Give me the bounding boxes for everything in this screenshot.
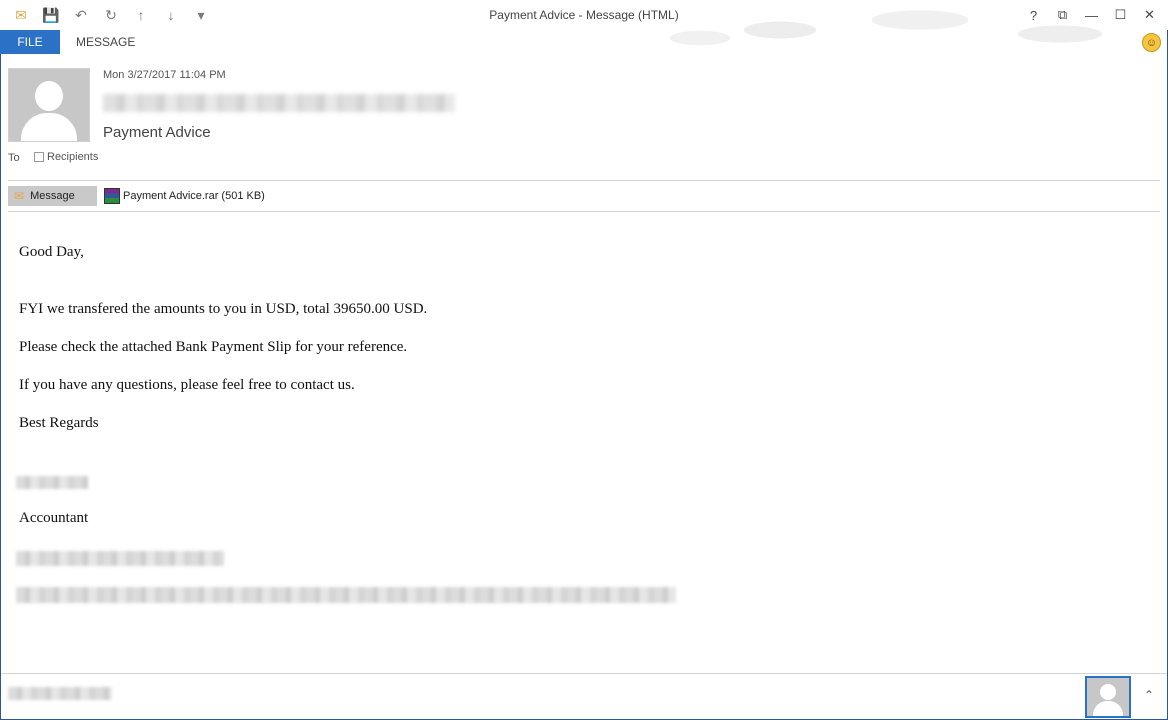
ribbon-display-button[interactable]: ⧉	[1048, 4, 1077, 26]
window-title: Payment Advice - Message (HTML)	[489, 8, 679, 22]
divider	[8, 180, 1160, 181]
sender-avatar[interactable]	[8, 68, 90, 142]
recipients-checkbox-icon	[34, 152, 44, 162]
message-tab-label: Message	[30, 190, 75, 202]
rar-attachment[interactable]: Payment Advice.rar (501 KB)	[104, 188, 265, 204]
minimize-button[interactable]: —	[1077, 4, 1106, 26]
signature-company-redacted	[16, 551, 224, 566]
avatar-body	[1093, 701, 1123, 716]
sender-name-redacted	[103, 94, 455, 112]
attachment-label: Payment Advice.rar (501 KB)	[123, 190, 265, 202]
help-button[interactable]: ?	[1019, 4, 1048, 26]
title-bar: ✉ 💾 ↶ ↻ ↑ ↓ ▾ Payment Advice - Message (…	[0, 0, 1168, 52]
ribbon-tabs: FILE MESSAGE ☺	[0, 30, 1168, 54]
recipients-label: Recipients	[47, 151, 99, 163]
chevron-up-icon[interactable]: ⌃	[1144, 688, 1154, 702]
avatar-head	[1100, 684, 1116, 700]
divider	[8, 211, 1160, 212]
avatar-body	[21, 113, 77, 141]
people-pane-avatar[interactable]	[1085, 676, 1131, 718]
people-pane-name-redacted	[8, 687, 112, 700]
signature-name-redacted	[16, 476, 88, 489]
smiley-feedback-icon[interactable]: ☺	[1142, 33, 1161, 52]
message-date: Mon 3/27/2017 11:04 PM	[103, 69, 226, 81]
recipients-field[interactable]: Recipients	[34, 151, 98, 163]
to-label: To	[8, 152, 20, 164]
rar-file-icon	[104, 188, 120, 204]
message-subject: Payment Advice	[103, 124, 211, 141]
envelope-icon: ✉	[14, 189, 25, 203]
avatar-head	[35, 81, 63, 111]
window-controls: ? ⧉ — ☐ ✕	[1019, 4, 1164, 26]
body-closing: Best Regards	[19, 415, 99, 431]
tab-file[interactable]: FILE	[0, 30, 60, 54]
body-line-2: Please check the attached Bank Payment S…	[19, 339, 408, 355]
tab-message[interactable]: MESSAGE	[76, 30, 135, 54]
body-job-title: Accountant	[19, 510, 89, 526]
signature-address-redacted	[16, 587, 676, 603]
body-line-1: FYI we transfered the amounts to you in …	[19, 301, 428, 317]
maximize-button[interactable]: ☐	[1106, 4, 1135, 26]
body-line-3: If you have any questions, please feel f…	[19, 377, 355, 393]
divider	[1, 673, 1167, 674]
body-greeting: Good Day,	[19, 244, 84, 260]
close-button[interactable]: ✕	[1135, 4, 1164, 26]
message-attachment-tab[interactable]: ✉ Message	[8, 186, 97, 206]
